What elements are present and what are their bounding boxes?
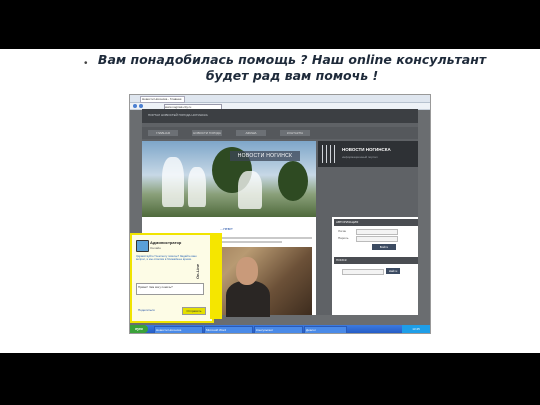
chat-input[interactable]: Привет! Чем могу помочь? (136, 283, 204, 295)
slide-text-line1: Вам понадобилась помощь ? Наш online кон… (97, 52, 487, 67)
nav-item-afisha[interactable]: АФИША (236, 130, 266, 136)
login-field[interactable] (356, 229, 398, 235)
browser-tabbar: Новости Ногинска - Главная (130, 95, 430, 103)
login-button[interactable]: Войти (372, 244, 396, 250)
taskbar-item[interactable]: Microsoft Word (204, 326, 253, 333)
nav-item-home[interactable]: ГЛАВНАЯ (148, 130, 178, 136)
chat-message: Здравствуйте! Чем могу помочь? Задайте в… (136, 254, 197, 262)
fountain-banner: НОВОСТИ НОГИНСК (142, 141, 316, 224)
taskbar-item[interactable]: Новости Ногинска (154, 326, 203, 333)
operator-avatar-icon (136, 240, 149, 252)
fountain-jet (188, 167, 206, 207)
tree-shape (278, 161, 308, 201)
taskbar-item[interactable]: Консультант (254, 326, 303, 333)
site-header-text: ПОРТАЛ НОВОСТЕЙ ГОРОДА НОГИНСКА (148, 113, 208, 117)
chat-send-button[interactable]: Отправить (182, 307, 206, 315)
system-tray-clock: 13:45 (402, 325, 430, 333)
site-nav: ГЛАВНАЯ НОВОСТИ ГОРОДА АФИША КОНТАКТЫ (142, 127, 418, 139)
news-logo-subtitle: информационный портал (342, 155, 378, 159)
article-link[interactable]: ...нем» (220, 226, 233, 231)
fountain-jet (162, 157, 184, 207)
auth-header: АВТОРИЗАЦИЯ (334, 219, 418, 226)
fountain-jet (238, 171, 262, 209)
back-icon[interactable] (133, 104, 137, 108)
browser-tab[interactable]: Новости Ногинска - Главная (140, 96, 185, 103)
banner-title: НОВОСТИ НОГИНСК (230, 151, 300, 161)
start-button[interactable]: пуск (130, 325, 148, 333)
news-logo-block: НОВОСТИ НОГИНСКА информационный портал (318, 141, 418, 167)
site-header: ПОРТАЛ НОВОСТЕЙ ГОРОДА НОГИНСКА (142, 109, 418, 123)
logo-stripes-icon (322, 145, 338, 163)
taskbar-item[interactable]: Диалог (304, 326, 347, 333)
person-shape (226, 281, 270, 317)
news-logo-title: НОВОСТИ НОГИНСКА (342, 147, 391, 152)
embedded-screenshot: Новости Ногинска - Главная www.noginsk-c… (129, 94, 431, 334)
chat-side-tab-label: On-Line (195, 263, 201, 280)
search-header: ПОИСК (334, 257, 418, 264)
taskbar: пуск Новости Ногинска Microsoft Word Кон… (130, 325, 430, 333)
slide-text-line2: будет рад вам помочь ! (205, 68, 379, 83)
password-label: Пароль (338, 236, 349, 240)
site-sidebar: АВТОРИЗАЦИЯ Логин Пароль Войти ПОИСК Най… (332, 217, 418, 315)
online-chat-widget: Администратор Онлайн Здравствуйте! Чем м… (130, 233, 214, 323)
chat-side-tab[interactable]: On-Line (195, 233, 222, 319)
search-button[interactable]: Найти (386, 268, 400, 274)
nav-item-contacts[interactable]: КОНТАКТЫ (280, 130, 310, 136)
password-field[interactable] (356, 236, 398, 242)
slide-bullet-text: Вам понадобилась помощь ? Наш online кон… (92, 52, 492, 84)
nav-item-news[interactable]: НОВОСТИ ГОРОДА (192, 130, 222, 136)
operator-title: Администратор (150, 240, 182, 245)
forward-icon[interactable] (139, 104, 143, 108)
chat-share-link[interactable]: Поделиться (138, 308, 155, 312)
slide: • Вам понадобилась помощь ? Наш online к… (0, 49, 540, 353)
search-input[interactable] (342, 269, 384, 275)
face-shape (236, 257, 258, 285)
bullet-marker: • (84, 58, 88, 69)
login-label: Логин (338, 229, 347, 233)
operator-status: Онлайн (150, 246, 161, 250)
